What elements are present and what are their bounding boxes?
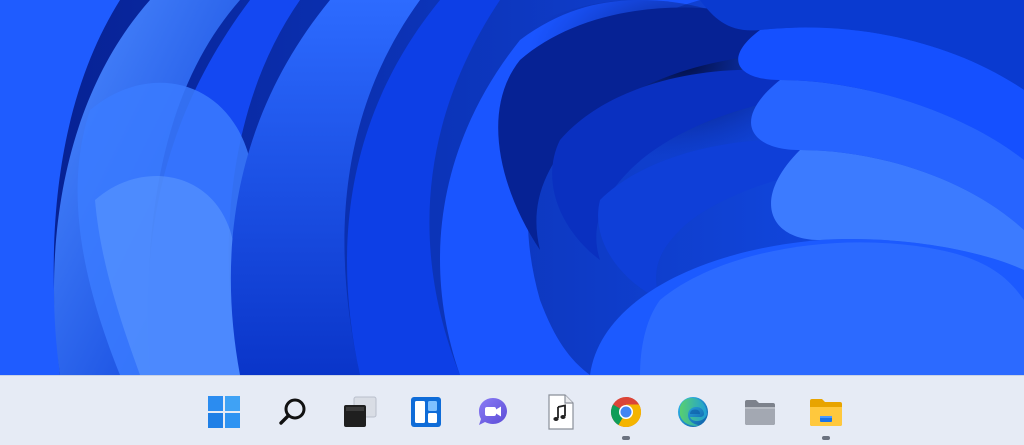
- task-view-icon: [344, 396, 377, 427]
- search-icon: [279, 398, 306, 425]
- gray-folder-button[interactable]: [740, 392, 780, 432]
- widgets-button[interactable]: [406, 392, 446, 432]
- teams-chat-icon: [479, 398, 507, 425]
- desktop-wallpaper: [0, 0, 1024, 375]
- file-explorer-button[interactable]: [806, 392, 846, 440]
- taskbar: [0, 375, 1024, 445]
- windows-logo-icon: [208, 396, 240, 428]
- music-file-icon: [548, 394, 574, 430]
- search-button[interactable]: [273, 392, 313, 432]
- start-button[interactable]: [204, 392, 244, 432]
- widgets-icon: [411, 397, 441, 427]
- wallpaper-bloom-graphic: [0, 0, 1024, 375]
- edge-button[interactable]: [673, 392, 713, 432]
- running-indicator: [822, 436, 830, 440]
- edge-icon: [678, 397, 708, 427]
- chrome-button[interactable]: [606, 392, 646, 440]
- music-file-button[interactable]: [540, 392, 580, 432]
- chat-button[interactable]: [473, 392, 513, 432]
- task-view-button[interactable]: [340, 392, 380, 432]
- gray-folder-icon: [745, 400, 775, 425]
- running-indicator: [622, 436, 630, 440]
- file-explorer-icon: [810, 399, 842, 426]
- chrome-icon: [610, 397, 642, 428]
